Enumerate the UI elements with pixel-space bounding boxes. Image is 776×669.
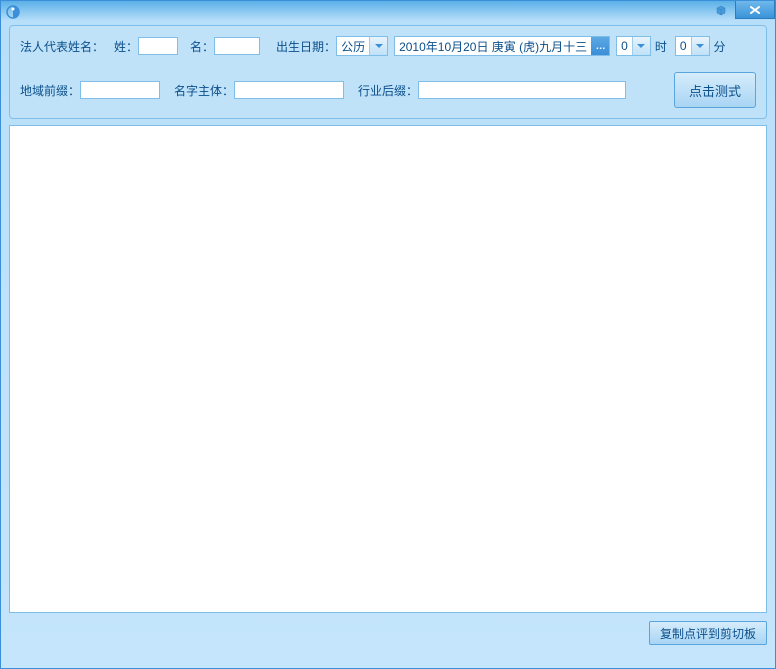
chevron-down-icon [696,44,704,48]
close-icon [749,5,761,15]
minute-dropdown[interactable]: 0 [675,36,710,56]
givenname-input[interactable] [214,37,260,55]
form-row-1: 法人代表姓名： 姓： 名： 出生日期： 公历 2010年10月20日 庚寅 (虎… [20,36,756,56]
industry-suffix-input[interactable] [418,81,626,99]
name-body-label: 名字主体： [174,82,234,99]
hour-dropdown[interactable]: 0 [616,36,651,56]
surname-label: 姓： [114,38,138,55]
name-body-input[interactable] [234,81,344,99]
birthdate-value: 2010年10月20日 庚寅 (虎)九月十三 [399,38,587,55]
test-button-label: 点击测式 [689,81,741,100]
region-prefix-label: 地域前缀： [20,82,80,99]
calendar-type-dropdown[interactable]: 公历 [336,36,388,56]
dropdown-button [369,37,387,55]
window-buttons [707,1,775,19]
birthdate-label: 出生日期： [276,38,336,55]
minimize-button[interactable] [707,1,735,19]
app-window: 法人代表姓名： 姓： 名： 出生日期： 公历 2010年10月20日 庚寅 (虎… [0,0,776,669]
cube-icon [713,3,729,17]
surname-input[interactable] [138,37,178,55]
dropdown-button [691,37,709,55]
chevron-down-icon [637,44,645,48]
hour-label: 时 [655,38,667,55]
titlebar [1,1,775,23]
app-icon [5,4,21,20]
region-prefix-input[interactable] [80,81,160,99]
form-panel: 法人代表姓名： 姓： 名： 出生日期： 公历 2010年10月20日 庚寅 (虎… [9,25,767,119]
content-area [9,125,767,613]
form-row-2: 地域前缀： 名字主体： 行业后缀： 点击测式 [20,72,756,108]
copy-button[interactable]: 复制点评到剪切板 [649,621,767,645]
birthdate-display[interactable]: 2010年10月20日 庚寅 (虎)九月十三 … [394,36,610,56]
dropdown-button [632,37,650,55]
bottom-bar: 复制点评到剪切板 [9,621,767,645]
copy-button-label: 复制点评到剪切板 [660,625,756,642]
givenname-label: 名： [190,38,214,55]
test-button[interactable]: 点击测式 [674,72,756,108]
industry-suffix-label: 行业后缀： [358,82,418,99]
minute-label: 分 [714,38,726,55]
hour-value: 0 [617,39,632,53]
close-button[interactable] [735,1,775,19]
calendar-type-value: 公历 [337,38,369,55]
date-picker-button[interactable]: … [591,37,609,55]
legal-rep-label: 法人代表姓名： [20,38,104,55]
chevron-down-icon [375,44,383,48]
minute-value: 0 [676,39,691,53]
